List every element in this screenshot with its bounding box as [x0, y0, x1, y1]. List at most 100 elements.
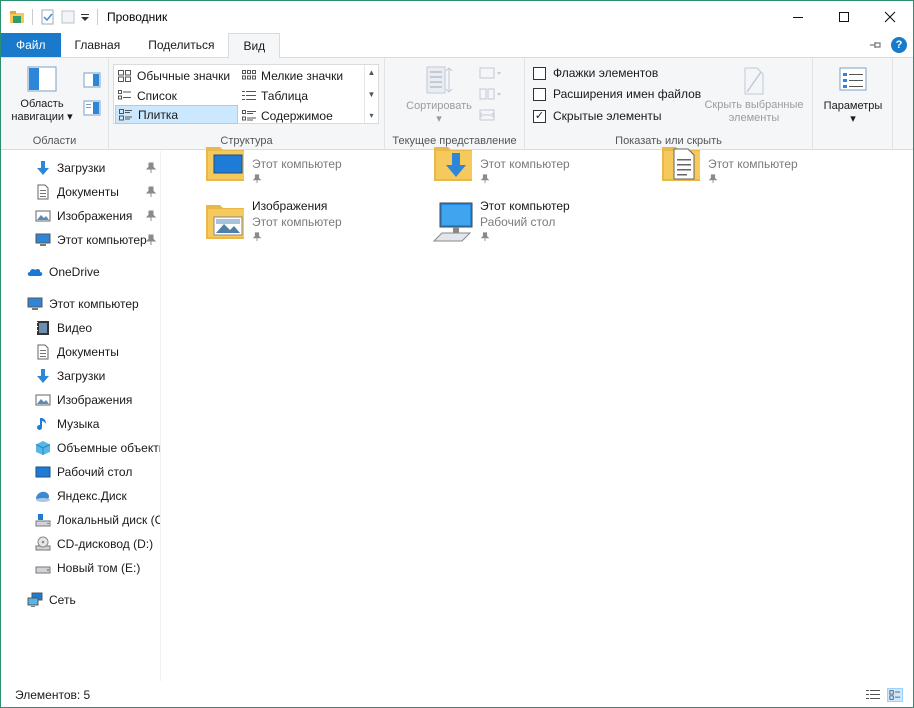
pin-icon[interactable] [145, 162, 157, 174]
tile-pictures-location: Этот компьютер [252, 215, 342, 229]
pin-icon [252, 232, 262, 242]
navigation-pane-button[interactable]: Область навигации ▾ [7, 66, 77, 124]
close-button[interactable] [867, 1, 913, 33]
item-checkboxes-option[interactable]: Флажки элементов [533, 66, 658, 80]
options-group: Параметры ▾ [813, 58, 893, 150]
new-folder-icon[interactable] [60, 9, 76, 25]
file-extensions-checkbox[interactable] [533, 87, 546, 101]
pin-ribbon-icon[interactable] [869, 39, 883, 51]
nav-pc-video[interactable]: Видео [35, 317, 92, 339]
nav-pc-video-label: Видео [57, 321, 93, 335]
options-button[interactable]: Параметры ▾ [819, 66, 887, 126]
small-icons-icon [242, 69, 256, 79]
title-bar: Проводник [1, 1, 913, 33]
pin-icon[interactable] [145, 234, 157, 246]
tile-documents-location: Этот компьютер [708, 157, 798, 171]
nav-pc-documents[interactable]: Документы [35, 341, 119, 363]
content-icon [242, 109, 256, 120]
tile-this-pc[interactable]: Этот компьютер Рабочий стол [432, 199, 632, 251]
properties-icon[interactable] [40, 9, 56, 25]
layout-gallery-scroll[interactable]: ▲ ▼ ▾ [364, 65, 378, 123]
tab-view[interactable]: Вид [228, 33, 281, 58]
document-icon [37, 344, 49, 360]
tab-file[interactable]: Файл [1, 33, 61, 57]
tile-pictures[interactable]: Изображения Этот компьютер [204, 199, 384, 251]
nav-pc-local-disk-c[interactable]: Локальный диск (C:) [35, 509, 161, 531]
layout-content[interactable]: Содержимое [239, 106, 363, 125]
layout-tiles[interactable]: Плитка [115, 105, 238, 124]
group-by-icon[interactable] [479, 66, 503, 80]
layout-details[interactable]: Таблица [239, 86, 363, 105]
nav-pc-music[interactable]: Музыка [35, 413, 99, 435]
content-area: Этот компьютер Этот компьютер Этот компь… [162, 147, 913, 681]
help-icon[interactable]: ? [891, 37, 907, 53]
hide-selected-button[interactable]: Скрыть выбранные элементы [701, 66, 807, 125]
layout-list[interactable]: Список [115, 86, 237, 105]
layout-small-icons[interactable]: Мелкие значки [239, 66, 363, 85]
qat-customize-icon[interactable] [80, 9, 90, 25]
tile-desktop-location: Этот компьютер [252, 157, 342, 171]
tiles-view-icon[interactable] [887, 688, 903, 702]
nav-pc-desktop[interactable]: Рабочий стол [35, 461, 132, 483]
details-pane-icon[interactable] [83, 100, 101, 116]
gallery-expand-icon[interactable]: ▾ [369, 111, 373, 120]
item-checkboxes-label: Флажки элементов [553, 66, 659, 80]
tile-downloads[interactable]: Этот компьютер [432, 141, 612, 193]
nav-pc-downloads[interactable]: Загрузки [35, 365, 105, 387]
nav-pc-desktop-label: Рабочий стол [57, 465, 133, 479]
nav-pc-yandex-disk[interactable]: Яндекс.Диск [35, 485, 127, 507]
pin-icon[interactable] [145, 210, 157, 222]
download-icon [37, 369, 49, 383]
file-extensions-option[interactable]: Расширения имен файлов [533, 87, 701, 101]
computer-icon [27, 297, 43, 310]
nav-pc-pictures[interactable]: Изображения [35, 389, 132, 411]
preview-pane-icon[interactable] [83, 72, 101, 88]
music-icon [37, 418, 46, 430]
nav-onedrive[interactable]: OneDrive [27, 261, 100, 283]
pictures-icon [35, 210, 51, 222]
hidden-items-option[interactable]: ✓ Скрытые элементы [533, 109, 662, 123]
desktop-folder-icon [206, 147, 244, 181]
nav-pc-local-disk-c-label: Локальный диск (C:) [57, 513, 161, 527]
pin-icon[interactable] [145, 186, 157, 198]
nav-quick-this-pc[interactable]: Этот компьютер [35, 229, 147, 251]
large-icons-icon [118, 69, 131, 82]
nav-pc-cd-drive-d[interactable]: CD-дисковод (D:) [35, 533, 153, 555]
tile-desktop[interactable]: Этот компьютер [204, 141, 384, 193]
nav-quick-downloads[interactable]: Загрузки [35, 157, 105, 179]
view-toggle [865, 688, 903, 702]
layout-content-label: Содержимое [261, 108, 333, 123]
file-extensions-label: Расширения имен файлов [553, 87, 702, 101]
tile-documents[interactable]: Этот компьютер [660, 141, 840, 193]
nav-this-pc[interactable]: Этот компьютер [27, 293, 139, 315]
explorer-app-icon[interactable] [9, 9, 25, 25]
layout-large-icons[interactable]: Обычные значки [115, 66, 237, 85]
hide-selected-label-2: элементы [728, 112, 780, 124]
hidden-items-checkbox[interactable]: ✓ [533, 109, 546, 123]
nav-pc-3d-objects[interactable]: Объемные объекты [35, 437, 160, 459]
layout-tiles-label: Плитка [138, 107, 179, 122]
scroll-up-icon[interactable]: ▲ [368, 68, 376, 77]
navigation-pane-label-1: Область [20, 98, 64, 110]
details-view-icon[interactable] [865, 688, 881, 702]
downloads-folder-icon [434, 147, 472, 181]
fit-columns-icon[interactable] [479, 108, 503, 122]
nav-quick-documents[interactable]: Документы [35, 181, 119, 203]
pictures-folder-icon [206, 205, 244, 239]
item-checkboxes-checkbox[interactable] [533, 66, 546, 80]
sort-by-button[interactable]: Сортировать ▾ [399, 64, 479, 126]
computer-icon [35, 233, 51, 246]
add-columns-icon[interactable] [479, 87, 503, 101]
video-icon [37, 321, 49, 335]
nav-pc-volume-e[interactable]: Новый том (E:) [35, 557, 140, 579]
download-icon [37, 161, 49, 175]
maximize-button[interactable] [821, 1, 867, 33]
tab-home[interactable]: Главная [61, 33, 135, 57]
minimize-button[interactable] [775, 1, 821, 33]
current-view-group: Сортировать ▾ Текущее представление [385, 58, 525, 150]
tab-share[interactable]: Поделиться [134, 33, 228, 57]
nav-network[interactable]: Сеть [27, 589, 76, 611]
navigation-pane-label-2: навигации ▾ [11, 111, 73, 123]
nav-quick-pictures[interactable]: Изображения [35, 205, 132, 227]
scroll-down-icon[interactable]: ▼ [368, 90, 376, 99]
